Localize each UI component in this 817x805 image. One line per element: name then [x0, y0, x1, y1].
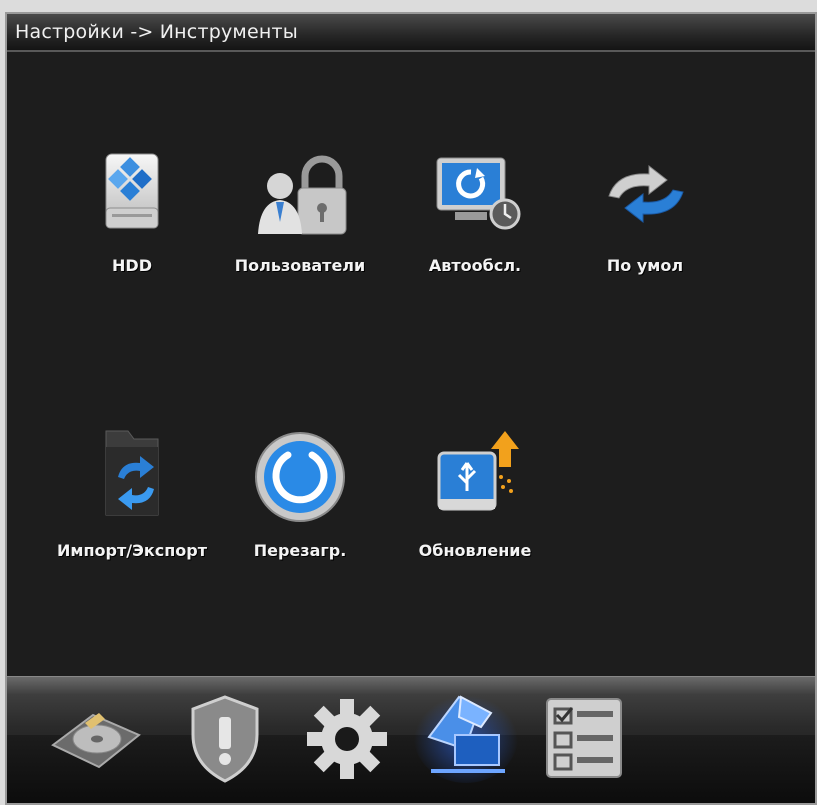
tool-upgrade[interactable]: Обновление [390, 419, 560, 569]
users-lock-icon [250, 150, 350, 244]
tool-hdd[interactable]: HDD [47, 134, 217, 284]
disk-icon [45, 693, 145, 787]
tool-users[interactable]: Пользователи [215, 134, 385, 284]
tools-icon [411, 677, 521, 791]
tool-label: Обновление [418, 541, 532, 560]
nav-record-button[interactable] [45, 693, 145, 787]
bottom-nav-bar [7, 676, 815, 803]
window-title: Настройки -> Инструменты [15, 21, 298, 43]
screen-frame: Настройки -> Инструменты HDD Пользовател… [0, 0, 817, 805]
settings-window: Настройки -> Инструменты HDD Пользовател… [5, 12, 817, 805]
import-export-icon [92, 425, 172, 524]
nav-tools-button[interactable] [411, 677, 521, 791]
tool-label: По умол [606, 256, 684, 275]
hdd-icon [92, 146, 172, 240]
shield-alert-icon [185, 691, 265, 791]
power-icon [252, 429, 348, 529]
tool-auto-maintain[interactable]: Автообсл. [390, 134, 560, 284]
nav-info-button[interactable] [541, 693, 627, 787]
tool-import-export[interactable]: Импорт/Экспорт [47, 419, 217, 569]
nav-alarm-button[interactable] [185, 691, 265, 791]
title-bar: Настройки -> Инструменты [7, 14, 815, 52]
usb-upgrade-icon [425, 427, 525, 521]
gear-icon [299, 693, 395, 789]
checklist-icon [541, 693, 627, 787]
tool-reboot[interactable]: Перезагр. [215, 419, 385, 569]
auto-maintain-icon [425, 154, 525, 238]
tool-defaults[interactable]: По умол [560, 134, 730, 284]
restore-defaults-icon [595, 164, 695, 228]
nav-system-button[interactable] [299, 693, 395, 789]
